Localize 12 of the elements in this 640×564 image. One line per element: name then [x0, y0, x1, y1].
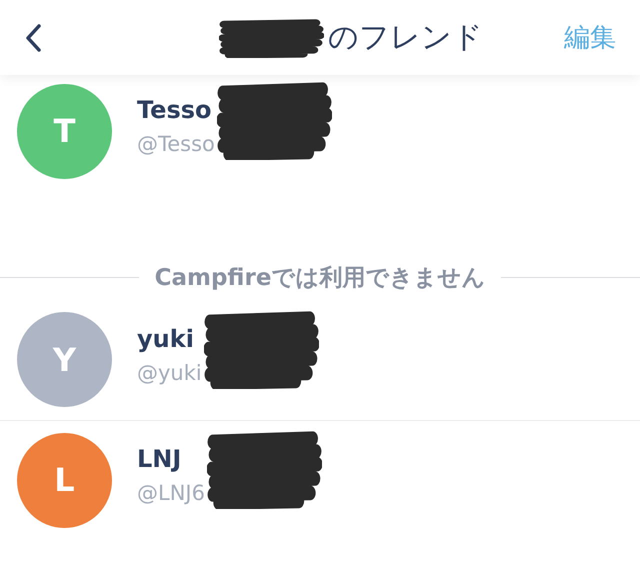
- friend-handle: @yuki: [137, 360, 202, 384]
- friend-handle: @LNJ6: [137, 481, 205, 505]
- friend-handle: @Tesso: [137, 132, 215, 156]
- friend-name: LNJ: [137, 445, 182, 473]
- edit-button[interactable]: 編集: [560, 16, 620, 59]
- friend-name: yuki: [137, 324, 195, 352]
- section-label: Campfireでは利用できません: [154, 264, 486, 293]
- avatar-initial: Y: [52, 340, 76, 378]
- avatar-initial: T: [54, 112, 76, 150]
- avatar-initial: L: [54, 461, 75, 499]
- screen-title: のフレンド: [328, 19, 483, 57]
- friend-name: Tesso: [137, 96, 213, 124]
